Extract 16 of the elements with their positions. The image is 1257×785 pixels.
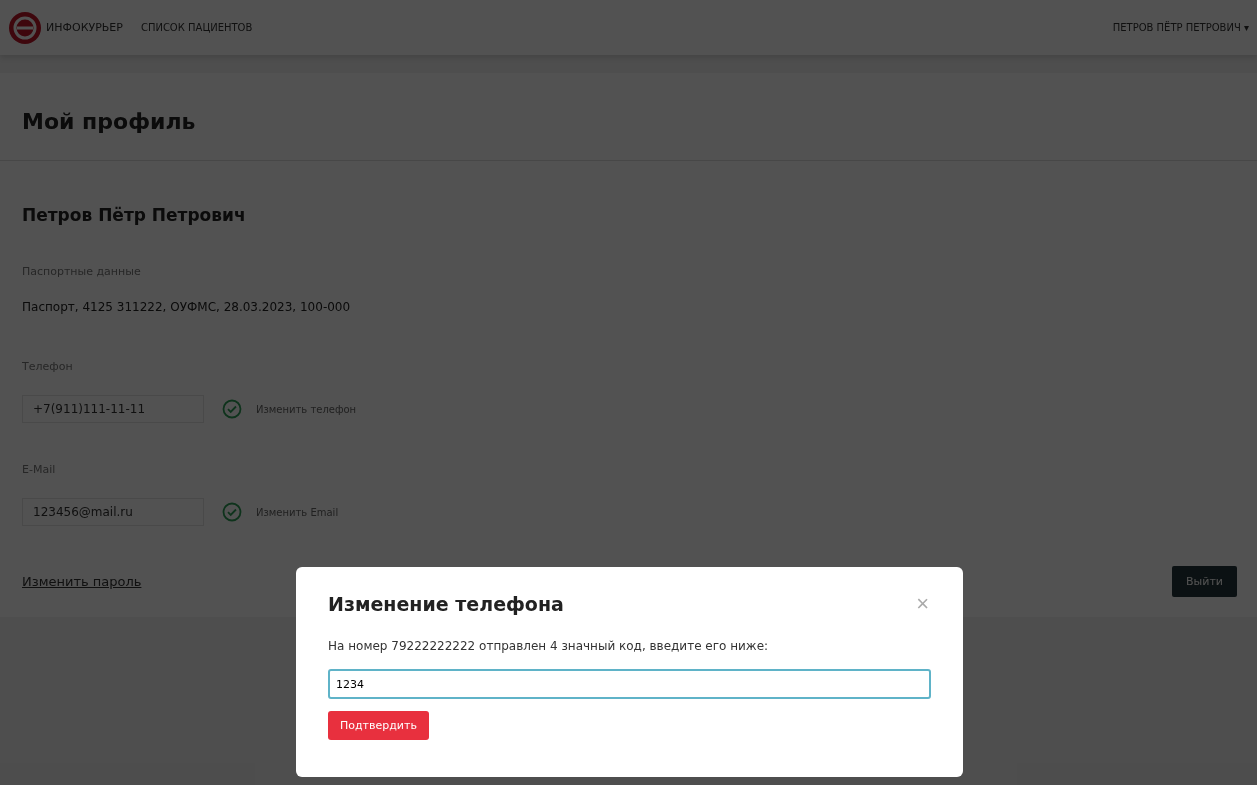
input-field[interactable]: +7(911)111-11-11 — [22, 395, 204, 423]
user-menu[interactable]: ПЕТРОВ ПЁТР ПЕТРОВИЧ ▾ — [1112, 22, 1249, 33]
exit-button[interactable]: Выйти — [1172, 566, 1237, 597]
nav-link[interactable]: СПИСОК ПАЦИЕНТОВ — [140, 22, 253, 33]
logo-icon[interactable] — [8, 10, 42, 45]
confirm-button[interactable]: Подтвердить — [328, 711, 429, 740]
passport-text: Паспорт, 4125 311222, ОУФМС, 28.03.2023, 100-000 — [22, 300, 352, 314]
close-button[interactable]: × — [914, 593, 931, 615]
input-field[interactable]: 123456@mail.ru — [22, 498, 204, 526]
code-input-field[interactable]: 1234 — [328, 669, 931, 699]
change-password-link[interactable]: Изменить пароль — [22, 574, 142, 589]
page-title: Мой профиль — [0, 73, 1257, 161]
profile-name: Петров Пётр Петрович — [22, 205, 247, 225]
dialog-title: Изменение телефона — [328, 593, 564, 615]
logo-text: ИНФОКУРЬЕР — [46, 21, 123, 34]
dialog-message: На номер 79222222222 отправлен 4 значный код, введите его ниже: — [328, 639, 770, 653]
